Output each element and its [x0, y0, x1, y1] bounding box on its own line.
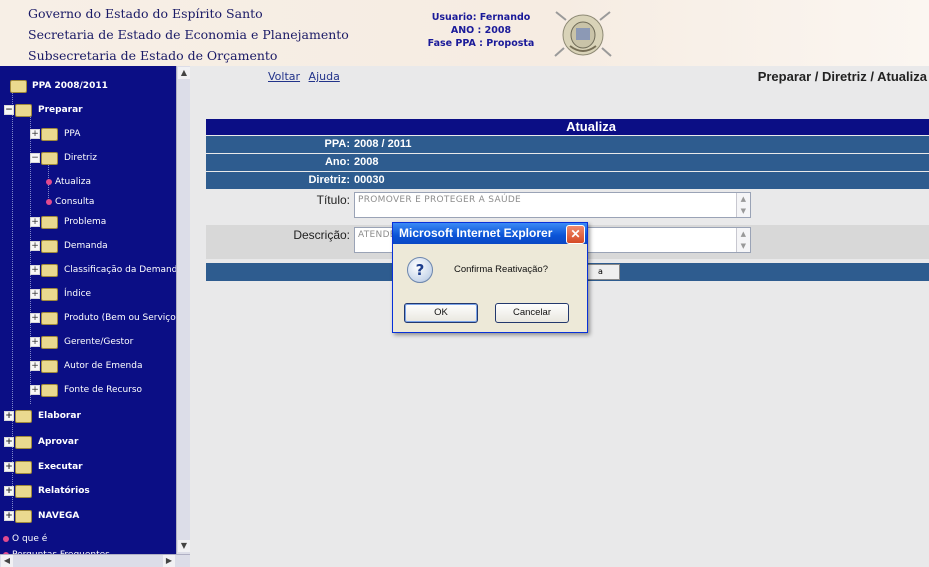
ppa-row: PPA: 2008 / 2011 — [206, 136, 929, 153]
cancel-button[interactable]: Cancelar — [495, 303, 569, 323]
diretriz-label: Diretriz: — [308, 174, 350, 186]
folder-icon — [41, 360, 58, 373]
titulo-text: PROMOVER E PROTEGER A SAÚDE — [358, 195, 522, 205]
folder-open-icon — [41, 152, 58, 165]
folder-icon — [41, 384, 58, 397]
collapse-icon[interactable]: − — [4, 105, 14, 115]
expand-icon[interactable]: + — [4, 411, 14, 421]
phase-label: Fase PPA : Proposta — [427, 38, 535, 49]
folder-open-icon — [10, 80, 27, 93]
folder-icon — [41, 240, 58, 253]
header-subsecretariat: Subsecretaria de Estado de Orçamento — [28, 48, 278, 63]
expand-icon[interactable]: + — [30, 241, 40, 251]
bullet-icon — [46, 199, 52, 205]
ano-label: Ano: — [324, 156, 350, 168]
folder-icon — [41, 312, 58, 325]
sidebar-horizontal-scrollbar[interactable]: ◀ ▶ — [0, 554, 190, 567]
dialog-titlebar[interactable]: Microsoft Internet Explorer ✕ — [393, 223, 587, 244]
breadcrumb: Preparar / Diretriz / Atualiza — [757, 69, 927, 84]
titulo-row: Título: PROMOVER E PROTEGER A SAÚDE ▲ ▼ — [206, 190, 929, 224]
collapse-icon[interactable]: − — [30, 153, 40, 163]
dialog-title: Microsoft Internet Explorer — [399, 226, 553, 240]
folder-icon — [41, 336, 58, 349]
sidebar-nav: PPA 2008/2011 − Preparar + PPA − Diretri… — [0, 66, 190, 567]
expand-icon[interactable]: + — [30, 289, 40, 299]
descricao-label: Descrição: — [293, 228, 350, 242]
textarea-scrollbar[interactable]: ▲ ▼ — [736, 228, 750, 252]
folder-icon — [41, 216, 58, 229]
top-links: Voltar Ajuda — [268, 70, 345, 83]
folder-icon — [15, 510, 32, 523]
expand-icon[interactable]: + — [30, 217, 40, 227]
diretriz-row: Diretriz: 00030 — [206, 172, 929, 189]
bullet-icon — [46, 179, 52, 185]
folder-icon — [41, 288, 58, 301]
folder-icon — [41, 264, 58, 277]
form-title: Atualiza — [206, 119, 929, 135]
header-secretariat: Secretaria de Estado de Economia e Plane… — [28, 27, 349, 42]
diretriz-value: 00030 — [354, 174, 385, 186]
expand-icon[interactable]: + — [30, 129, 40, 139]
folder-icon — [41, 128, 58, 141]
sidebar-vertical-scrollbar[interactable]: ▲ ▼ — [176, 66, 190, 554]
expand-icon[interactable]: + — [30, 313, 40, 323]
ano-row: Ano: 2008 — [206, 154, 929, 171]
header-government: Governo do Estado do Espírito Santo — [28, 6, 263, 21]
titulo-textarea[interactable]: PROMOVER E PROTEGER A SAÚDE ▲ ▼ — [354, 192, 751, 218]
page-header: Governo do Estado do Espírito Santo Secr… — [0, 0, 929, 66]
expand-icon[interactable]: + — [30, 361, 40, 371]
titulo-label: Título: — [316, 193, 350, 207]
bullet-icon — [3, 536, 9, 542]
folder-icon — [15, 410, 32, 423]
scroll-down-icon[interactable]: ▼ — [178, 540, 190, 552]
scroll-right-icon[interactable]: ▶ — [163, 555, 175, 567]
ano-value: 2008 — [354, 156, 379, 168]
year-label: ANO : 2008 — [450, 25, 512, 36]
expand-icon[interactable]: + — [30, 337, 40, 347]
close-icon[interactable]: ✕ — [566, 225, 585, 244]
scroll-left-icon[interactable]: ◀ — [1, 555, 13, 567]
folder-icon — [15, 436, 32, 449]
folder-icon — [15, 461, 32, 474]
expand-icon[interactable]: + — [30, 385, 40, 395]
voltar-link[interactable]: Voltar — [268, 70, 300, 83]
dialog-message: Confirma Reativação? — [454, 264, 548, 275]
confirm-dialog: Microsoft Internet Explorer ✕ ? Confirma… — [392, 222, 588, 333]
scroll-up-icon[interactable]: ▲ — [178, 67, 190, 79]
state-emblem-icon — [554, 11, 612, 57]
user-name: Usuario: Fernando — [431, 12, 531, 23]
expand-icon[interactable]: + — [4, 437, 14, 447]
ajuda-link[interactable]: Ajuda — [309, 70, 340, 83]
ppa-label: PPA: — [324, 138, 350, 150]
expand-icon[interactable]: + — [4, 486, 14, 496]
question-icon: ? — [407, 257, 433, 283]
ok-button[interactable]: OK — [404, 303, 478, 323]
expand-icon[interactable]: + — [30, 265, 40, 275]
expand-icon[interactable]: + — [4, 511, 14, 521]
expand-icon[interactable]: + — [4, 462, 14, 472]
textarea-scrollbar[interactable]: ▲ ▼ — [736, 193, 750, 217]
folder-open-icon — [15, 104, 32, 117]
folder-icon — [15, 485, 32, 498]
ppa-value: 2008 / 2011 — [354, 138, 412, 150]
